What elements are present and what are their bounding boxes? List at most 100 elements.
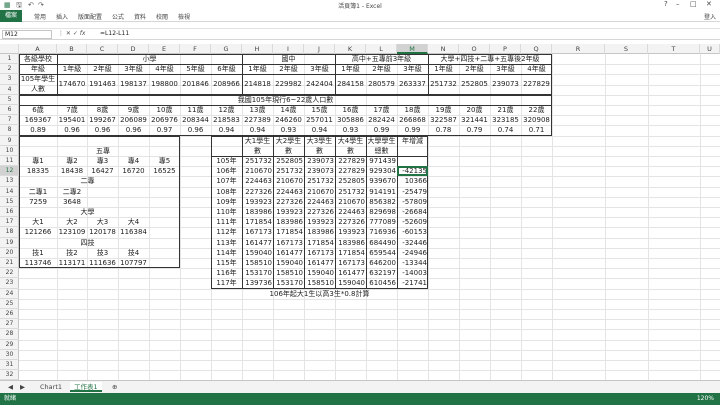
table-rule	[397, 135, 398, 289]
table-rule	[335, 54, 336, 95]
column-header-T[interactable]: T	[648, 44, 700, 54]
row-header-11[interactable]: 11	[0, 156, 19, 167]
row-header-19[interactable]: 19	[0, 238, 19, 248]
tab-review[interactable]: 校閱	[156, 12, 168, 21]
row-header-18[interactable]: 18	[0, 227, 19, 238]
row-header-9[interactable]: 9	[0, 136, 19, 146]
column-header-O[interactable]: O	[459, 44, 490, 54]
row-header-14[interactable]: 14	[0, 187, 19, 197]
select-all-corner[interactable]	[0, 44, 19, 54]
tab-data[interactable]: 資料	[134, 12, 146, 21]
sheet-tab-chart1[interactable]: Chart1	[36, 382, 66, 392]
table-rule	[19, 105, 552, 106]
table-rule	[273, 135, 274, 289]
tab-home[interactable]: 常用	[34, 12, 46, 21]
tab-view[interactable]: 檢視	[178, 12, 190, 21]
column-header-K[interactable]: K	[335, 44, 366, 54]
row-header-13[interactable]: 13	[0, 176, 19, 187]
gridline	[19, 298, 720, 300]
row-header-1[interactable]: 1	[0, 54, 19, 65]
column-header-G[interactable]: G	[211, 44, 242, 54]
column-header-I[interactable]: I	[273, 44, 304, 54]
row-header-31[interactable]: 31	[0, 360, 19, 371]
row-header-27[interactable]: 27	[0, 319, 19, 330]
minimize-icon[interactable]: –	[676, 0, 680, 8]
row-header-23[interactable]: 23	[0, 278, 19, 289]
tab-file[interactable]: 檔案	[0, 10, 22, 22]
column-headers: ABCDEFGHIJKLMNOPQRSTU	[0, 44, 720, 54]
row-header-10[interactable]: 10	[0, 146, 19, 156]
column-header-E[interactable]: E	[149, 44, 180, 54]
column-header-D[interactable]: D	[118, 44, 149, 54]
table-rule	[242, 54, 243, 95]
row-header-28[interactable]: 28	[0, 329, 19, 340]
help-icon[interactable]: ?	[664, 0, 668, 8]
row-header-4[interactable]: 4	[0, 85, 19, 95]
table-rule	[57, 54, 58, 95]
status-bar: 就緒 120%	[0, 393, 720, 405]
gridline	[19, 370, 720, 372]
maximize-icon[interactable]: □	[690, 0, 697, 8]
formula-bar: M12 ⋮ ✕ ✓ fx =L12-L11	[0, 28, 720, 40]
status-ready: 就緒	[4, 395, 17, 402]
table4-border	[211, 135, 428, 289]
row-header-12[interactable]: 12	[0, 166, 19, 177]
table-rule	[19, 64, 552, 66]
column-header-J[interactable]: J	[304, 44, 335, 54]
sheet-tab-sheet1[interactable]: 工作表1	[70, 382, 102, 392]
sheet-nav-next-icon[interactable]: ▶	[16, 382, 29, 392]
tab-formulas[interactable]: 公式	[112, 12, 124, 21]
column-header-M[interactable]: M	[397, 44, 428, 54]
row-header-29[interactable]: 29	[0, 340, 19, 350]
column-header-S[interactable]: S	[605, 44, 648, 54]
column-header-R[interactable]: R	[552, 44, 605, 54]
gridline	[19, 349, 720, 351]
row-header-30[interactable]: 30	[0, 350, 19, 360]
tab-insert[interactable]: 插入	[56, 12, 68, 21]
row-header-3[interactable]: 3	[0, 74, 19, 85]
column-header-N[interactable]: N	[428, 44, 459, 54]
table3-border	[19, 135, 180, 269]
selected-cell[interactable]	[397, 166, 428, 177]
column-header-P[interactable]: P	[490, 44, 521, 54]
window-title: 活頁簿1 - Excel	[338, 3, 382, 10]
gridline	[19, 309, 720, 310]
row-header-5[interactable]: 5	[0, 95, 19, 105]
column-header-H[interactable]: H	[242, 44, 273, 54]
row-header-21[interactable]: 21	[0, 258, 19, 269]
table-rule	[242, 135, 243, 289]
formula-input[interactable]: =L12-L11	[100, 30, 129, 37]
row-header-17[interactable]: 17	[0, 217, 19, 228]
sign-in-link[interactable]: 登入	[704, 12, 716, 21]
column-header-B[interactable]: B	[57, 44, 87, 54]
column-header-Q[interactable]: Q	[521, 44, 552, 54]
gridline	[19, 339, 720, 341]
column-header-A[interactable]: A	[19, 44, 57, 54]
table-rule	[428, 54, 429, 95]
table-rule	[211, 156, 428, 157]
row-header-26[interactable]: 26	[0, 309, 19, 320]
row-header-6[interactable]: 6	[0, 105, 19, 116]
row-header-16[interactable]: 16	[0, 207, 19, 218]
column-header-U[interactable]: U	[700, 44, 720, 54]
row-header-2[interactable]: 2	[0, 64, 19, 75]
zoom-level[interactable]: 120%	[697, 393, 714, 405]
row-header-24[interactable]: 24	[0, 289, 19, 299]
name-box[interactable]: M12	[2, 30, 52, 39]
row-header-22[interactable]: 22	[0, 268, 19, 279]
row-header-7[interactable]: 7	[0, 115, 19, 126]
add-sheet-icon[interactable]: ⊕	[108, 382, 121, 392]
row-header-32[interactable]: 32	[0, 370, 19, 381]
tab-page-layout[interactable]: 版面配置	[78, 12, 102, 21]
row-header-8[interactable]: 8	[0, 125, 19, 136]
column-header-F[interactable]: F	[180, 44, 211, 54]
close-icon[interactable]: ✕	[706, 0, 712, 8]
row-header-15[interactable]: 15	[0, 197, 19, 207]
column-header-L[interactable]: L	[366, 44, 397, 54]
row-header-25[interactable]: 25	[0, 299, 19, 309]
table-rule	[366, 135, 367, 289]
gridline	[19, 329, 720, 331]
ribbon-tabs: 檔案 常用 插入 版面配置 公式 資料 校閱 檢視 登入	[0, 10, 720, 22]
column-header-C[interactable]: C	[87, 44, 118, 54]
row-header-20[interactable]: 20	[0, 248, 19, 258]
